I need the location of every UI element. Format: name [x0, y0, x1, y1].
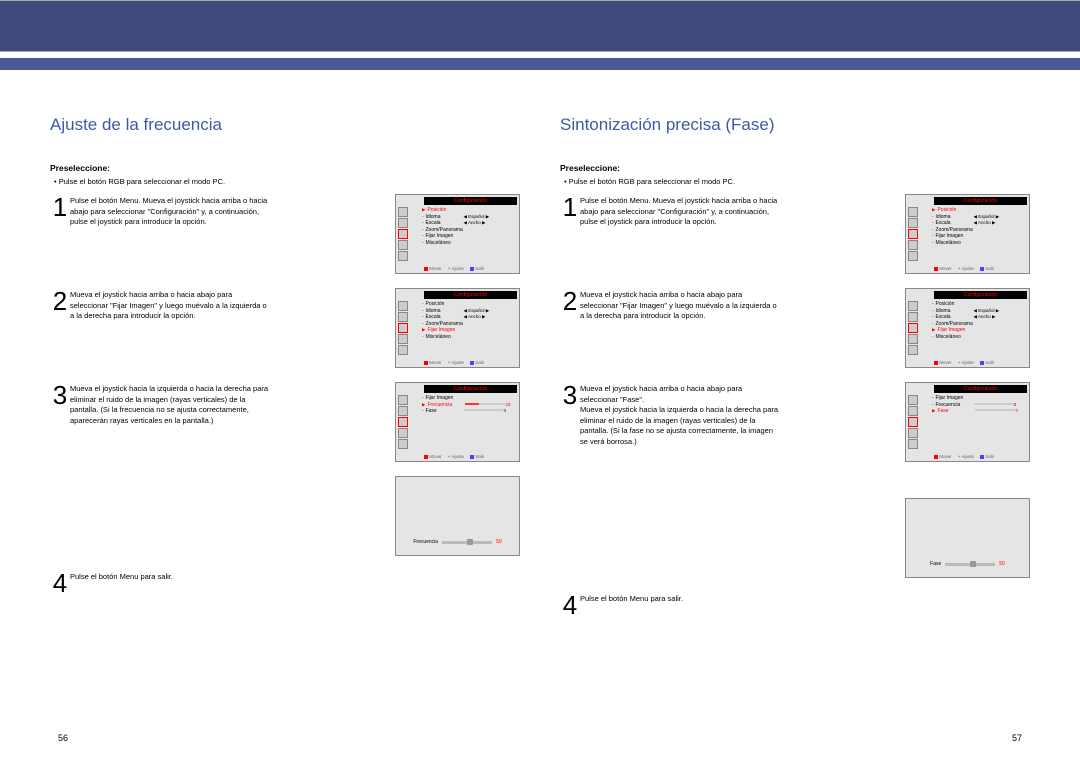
osd-tab-icon	[398, 345, 408, 355]
slider-value: 50	[999, 561, 1005, 567]
right-title: Sintonización precisa (Fase)	[560, 115, 1030, 135]
right-preselect: Preseleccione:	[560, 163, 1030, 173]
osd-header: Configuración	[424, 197, 517, 205]
right-step-2: 2 Mueva el joystick hacia arriba o hacia…	[560, 288, 1030, 374]
right-slider-row: Fase 50	[560, 498, 1030, 584]
osd-slider: Fase 50	[905, 498, 1030, 578]
osd-tab-icon	[908, 345, 918, 355]
step-number: 4	[50, 570, 70, 596]
osd-tab-icon	[908, 218, 918, 228]
step-text: Mueva el joystick hacia la izquierda o h…	[70, 382, 270, 426]
osd-tab-icon	[398, 301, 408, 311]
osd-tab-icon	[398, 428, 408, 438]
right-column: Sintonización precisa (Fase) Preseleccio…	[560, 115, 1030, 626]
osd-tab-icon	[398, 251, 408, 261]
osd-screenshot-2: Configuración -Posición -Idioma◀ Español…	[905, 288, 1030, 368]
step-text: Pulse el botón Menu para salir.	[70, 570, 270, 583]
right-step-4: 4 Pulse el botón Menu para salir.	[560, 592, 1030, 618]
left-bullet: Pulse el botón RGB para seleccionar el m…	[54, 177, 520, 186]
main-content: Ajuste de la frecuencia Preseleccione: P…	[0, 70, 1080, 636]
right-bullet: Pulse el botón RGB para seleccionar el m…	[564, 177, 1030, 186]
osd-header: Configuración	[934, 291, 1027, 299]
slider-track	[442, 541, 492, 544]
osd-tab-icon-selected	[908, 323, 918, 333]
left-step-1: 1 Pulse el botón Menu. Mueva el joystick…	[50, 194, 520, 280]
osd-screenshot-1: Configuración ▶Posición -Idioma◀ Español…	[395, 194, 520, 274]
slider-track	[945, 563, 995, 566]
osd-tab-icon	[908, 395, 918, 405]
left-title: Ajuste de la frecuencia	[50, 115, 520, 135]
osd-tab-icon-selected	[398, 323, 408, 333]
left-column: Ajuste de la frecuencia Preseleccione: P…	[50, 115, 520, 626]
left-slider-row: Frecuencia 50	[50, 476, 520, 562]
slider-label: Frecuencia	[413, 539, 438, 545]
step-number: 1	[560, 194, 580, 220]
step-text: Mueva el joystick hacia arriba o hacia a…	[70, 288, 270, 322]
osd-tab-icon	[398, 334, 408, 344]
osd-tab-icon-selected	[908, 417, 918, 427]
step-text: Pulse el botón Menu. Mueva el joystick h…	[70, 194, 270, 228]
osd-header: Configuración	[934, 385, 1027, 393]
osd-menu: -Posición -Idioma◀ Español ▶ -Escala◀ An…	[420, 299, 519, 358]
right-step-1: 1 Pulse el botón Menu. Mueva el joystick…	[560, 194, 1030, 280]
osd-tab-icon-selected	[908, 229, 918, 239]
osd-menu: -Fijar Imagen -Frecuencia0 ▶Fase0	[930, 393, 1029, 452]
osd-tab-icon	[908, 301, 918, 311]
left-step-4: 4 Pulse el botón Menu para salir.	[50, 570, 520, 596]
left-step-2: 2 Mueva el joystick hacia arriba o hacia…	[50, 288, 520, 374]
osd-header: Configuración	[934, 197, 1027, 205]
step-text: Mueva el joystick hacia arriba o hacia a…	[580, 288, 780, 322]
osd-tab-icon	[908, 406, 918, 416]
right-step-3: 3 Mueva el joystick hacia arriba o hacia…	[560, 382, 1030, 490]
osd-header: Configuración	[424, 385, 517, 393]
osd-tab-icon-selected	[398, 417, 408, 427]
step-text: Pulse el botón Menu. Mueva el joystick h…	[580, 194, 780, 228]
step-number: 2	[50, 288, 70, 314]
band-thin	[0, 58, 1080, 70]
step-number: 2	[560, 288, 580, 314]
left-preselect: Preseleccione:	[50, 163, 520, 173]
step-text: Pulse el botón Menu para salir.	[580, 592, 780, 605]
osd-tab-icon	[908, 428, 918, 438]
osd-tab-icon	[908, 312, 918, 322]
osd-tab-icon	[398, 218, 408, 228]
osd-menu: ▶Posición -Idioma◀ Español ▶ -Escala◀ An…	[930, 205, 1029, 264]
slider-label: Fase	[930, 561, 941, 567]
osd-tab-icon	[398, 312, 408, 322]
osd-screenshot-3: Configuración -Fijar Imagen ▶Frecuencia3…	[395, 382, 520, 462]
osd-tab-icon	[908, 207, 918, 217]
page-number-right: 57	[1012, 733, 1022, 743]
left-step-3: 3 Mueva el joystick hacia la izquierda o…	[50, 382, 520, 468]
step-number: 4	[560, 592, 580, 618]
osd-slider: Frecuencia 50	[395, 476, 520, 556]
osd-tab-icon	[398, 240, 408, 250]
osd-tab-icon	[908, 439, 918, 449]
osd-menu: -Posición -Idioma◀ Español ▶ -Escala◀ An…	[930, 299, 1029, 358]
step-number: 3	[50, 382, 70, 408]
step-text: Mueva el joystick hacia arriba o hacia a…	[580, 382, 780, 447]
osd-screenshot-3: Configuración -Fijar Imagen -Frecuencia0…	[905, 382, 1030, 462]
slider-value: 50	[496, 539, 502, 545]
osd-menu: ▶Posición -Idioma◀ Español ▶ -Escala◀ An…	[420, 205, 519, 264]
osd-screenshot-2: Configuración -Posición -Idioma◀ Español…	[395, 288, 520, 368]
osd-tab-icon	[398, 406, 408, 416]
osd-menu: -Fijar Imagen ▶Frecuencia33 -Fase0	[420, 393, 519, 452]
osd-tab-icon	[398, 207, 408, 217]
osd-tab-icon	[908, 251, 918, 261]
page-number-left: 56	[58, 733, 68, 743]
osd-tab-icon	[398, 439, 408, 449]
osd-tab-icon	[398, 395, 408, 405]
osd-tab-icon-selected	[398, 229, 408, 239]
step-number: 1	[50, 194, 70, 220]
osd-header: Configuración	[424, 291, 517, 299]
osd-tab-icon	[908, 334, 918, 344]
band-thick	[0, 0, 1080, 52]
header-bands	[0, 0, 1080, 70]
osd-tab-icon	[908, 240, 918, 250]
step-number: 3	[560, 382, 580, 408]
osd-screenshot-1: Configuración ▶Posición -Idioma◀ Español…	[905, 194, 1030, 274]
